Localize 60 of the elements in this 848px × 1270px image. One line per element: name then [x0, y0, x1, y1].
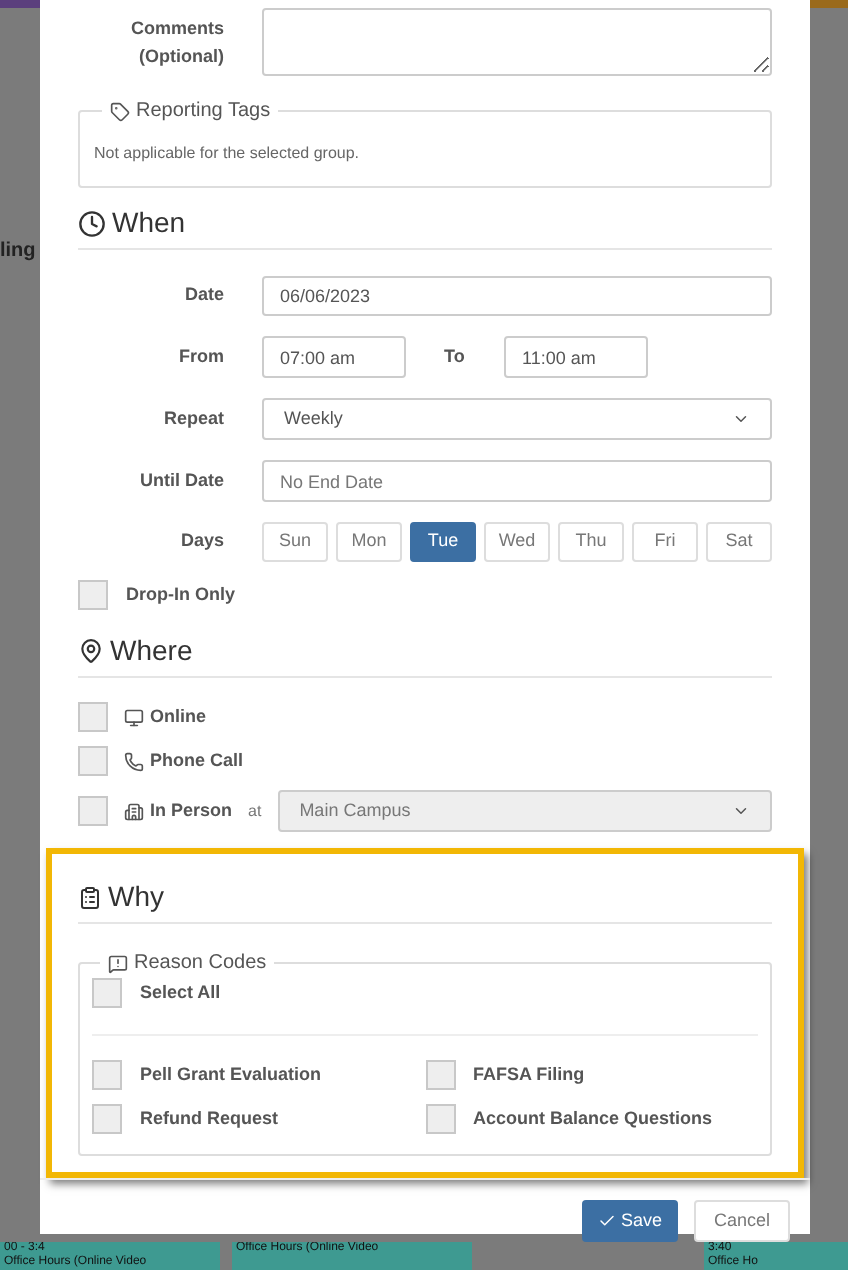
checkbox-label: Drop-In Only — [126, 581, 235, 608]
checkbox-label: FAFSA Filing — [473, 1061, 585, 1088]
checkbox-label: Refund Request — [140, 1105, 279, 1132]
panel-title: Reporting Tags — [136, 98, 271, 126]
checkbox[interactable] — [78, 580, 108, 610]
field-label: To — [444, 343, 467, 370]
checkbox[interactable] — [92, 1104, 122, 1134]
field-label: Days — [178, 528, 224, 555]
location-select[interactable]: Main Campus — [277, 790, 772, 832]
date-field[interactable]: 06/06/2023 — [262, 276, 772, 316]
checkbox[interactable] — [425, 1060, 455, 1090]
checkbox[interactable] — [92, 978, 122, 1008]
field-label: Date — [182, 282, 224, 309]
checkbox[interactable] — [92, 1060, 122, 1090]
day-toggle[interactable]: Fri — [632, 522, 698, 562]
day-toggle[interactable]: Sat — [706, 522, 772, 562]
at-label: at — [248, 799, 262, 823]
day-toggle[interactable]: Sun — [262, 522, 328, 562]
day-toggle[interactable]: Thu — [558, 522, 624, 562]
save-button[interactable]: Save — [582, 1200, 678, 1242]
checkbox-label: Pell Grant Evaluation — [140, 1061, 322, 1088]
page-label: ling — [0, 238, 36, 266]
cancel-button[interactable]: Cancel — [693, 1200, 790, 1242]
clock-icon — [78, 209, 106, 237]
checkbox[interactable] — [78, 702, 108, 732]
panel-title: Reason Codes — [134, 950, 267, 978]
until-date-field[interactable]: No End Date — [262, 460, 772, 502]
field-label: Comments (Optional) — [128, 16, 224, 70]
clipboard-icon — [78, 885, 102, 909]
checkbox[interactable] — [78, 746, 108, 776]
field-label: Until Date — [137, 467, 224, 494]
section-title: Why — [108, 878, 164, 916]
building-icon — [124, 801, 144, 821]
map-pin-icon — [78, 638, 104, 664]
checkbox[interactable] — [78, 796, 108, 826]
check-icon — [598, 1212, 617, 1230]
checkbox-label: Online — [150, 703, 207, 730]
section-title: When — [112, 204, 186, 242]
checkbox-label: Phone Call — [150, 747, 244, 774]
time-field[interactable]: 07:00 am — [262, 336, 406, 378]
checkbox-label: Account Balance Questions — [473, 1105, 713, 1132]
day-toggle[interactable]: Wed — [484, 522, 550, 562]
section-title: Where — [110, 632, 193, 670]
comments-field[interactable] — [262, 8, 772, 76]
chevron-down-icon — [732, 410, 750, 428]
message-alert-icon — [108, 953, 128, 973]
checkbox-label: Select All — [140, 979, 221, 1006]
day-toggle[interactable]: Mon — [336, 522, 402, 562]
repeat-select[interactable]: Weekly — [262, 398, 772, 440]
field-label: Repeat — [161, 405, 224, 432]
monitor-icon — [124, 707, 144, 727]
checkbox-label: In Person — [150, 797, 233, 824]
time-field[interactable]: 11:00 am — [504, 336, 648, 378]
chevron-down-icon — [732, 802, 750, 820]
tag-icon — [110, 101, 130, 121]
panel-note: Not applicable for the selected group. — [94, 144, 360, 162]
phone-icon — [124, 751, 144, 771]
day-toggle[interactable]: Tue — [410, 522, 476, 562]
field-label: From — [177, 343, 224, 370]
checkbox[interactable] — [425, 1104, 455, 1134]
